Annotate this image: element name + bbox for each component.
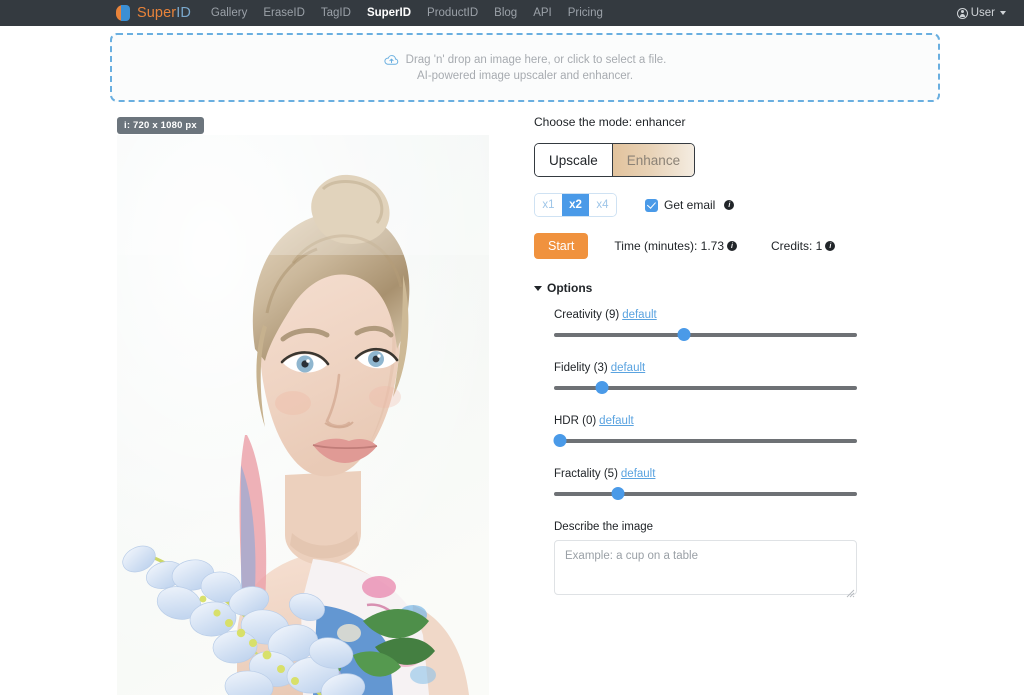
hdr-default-link[interactable]: default — [599, 415, 634, 427]
scale-row: x1 x2 x4 Get email i — [534, 193, 954, 217]
creativity-label: Creativity (9) — [554, 309, 619, 321]
nav-link-gallery[interactable]: Gallery — [211, 7, 247, 19]
start-row: Start Time (minutes): 1.73 i Credits: 1 … — [534, 233, 954, 259]
fractality-label: Fractality (5) — [554, 468, 618, 480]
scale-selector-group: x1 x2 x4 — [534, 193, 617, 217]
time-estimate-label: Time (minutes): 1.73 — [614, 239, 724, 253]
fidelity-slider[interactable] — [554, 381, 857, 395]
superid-logo-icon — [116, 5, 131, 21]
hdr-slider-track — [554, 439, 857, 443]
describe-image-label: Describe the image — [554, 521, 857, 533]
options-toggle[interactable]: Options — [534, 281, 954, 295]
dropzone-primary-text: Drag 'n' drop an image here, or click to… — [406, 54, 667, 66]
brand-text-part2: ID — [176, 5, 191, 21]
get-email-checkbox[interactable] — [645, 199, 658, 212]
nav-link-pricing[interactable]: Pricing — [568, 7, 603, 19]
credits-info-icon[interactable]: i — [825, 241, 835, 251]
fractality-slider-thumb[interactable] — [611, 487, 624, 500]
time-info-icon[interactable]: i — [727, 241, 737, 251]
creativity-slider[interactable] — [554, 328, 857, 342]
nav-link-eraseid[interactable]: EraseID — [263, 7, 305, 19]
chevron-down-icon — [1000, 11, 1006, 15]
creativity-slider-track — [554, 333, 857, 337]
hdr-slider-thumb[interactable] — [554, 434, 567, 447]
cloud-upload-icon — [384, 54, 399, 66]
hdr-slider[interactable] — [554, 434, 857, 448]
scale-x2-button[interactable]: x2 — [562, 194, 589, 216]
hdr-label: HDR (0) — [554, 415, 596, 427]
image-size-badge: i: 720 x 1080 px — [117, 117, 204, 134]
describe-image-group: Describe the image — [554, 521, 857, 600]
fractality-slider-track — [554, 492, 857, 496]
creativity-label-row: Creativity (9)default — [554, 309, 857, 321]
navbar: SuperID Gallery EraseID TagID SuperID Pr… — [0, 0, 1024, 26]
nav-link-api[interactable]: API — [533, 7, 552, 19]
brand-text: SuperID — [137, 5, 191, 21]
nav-link-blog[interactable]: Blog — [494, 7, 517, 19]
fractality-slider[interactable] — [554, 487, 857, 501]
option-hdr: HDR (0)default — [554, 415, 857, 448]
dropzone-secondary-text: AI-powered image upscaler and enhancer. — [417, 70, 633, 82]
dropzone-primary-text-row: Drag 'n' drop an image here, or click to… — [384, 54, 667, 66]
describe-image-input[interactable] — [554, 540, 857, 595]
describe-image-wrap — [554, 540, 857, 600]
option-creativity: Creativity (9)default — [554, 309, 857, 342]
triangle-down-icon — [534, 286, 542, 291]
brand-text-part1: Super — [137, 5, 176, 21]
nav-link-tagid[interactable]: TagID — [321, 7, 351, 19]
fidelity-default-link[interactable]: default — [611, 362, 646, 374]
option-fractality: Fractality (5)default — [554, 468, 857, 501]
scale-x1-button[interactable]: x1 — [535, 194, 562, 216]
hdr-label-row: HDR (0)default — [554, 415, 857, 427]
preview-photo[interactable] — [117, 135, 489, 695]
portrait-photo-illustration — [117, 135, 489, 695]
fractality-label-row: Fractality (5)default — [554, 468, 857, 480]
creativity-slider-thumb[interactable] — [678, 328, 691, 341]
start-button[interactable]: Start — [534, 233, 588, 259]
scale-x4-button[interactable]: x4 — [589, 194, 616, 216]
creativity-default-link[interactable]: default — [622, 309, 657, 321]
fidelity-label-row: Fidelity (3)default — [554, 362, 857, 374]
fidelity-label: Fidelity (3) — [554, 362, 608, 374]
nav-link-superid[interactable]: SuperID — [367, 7, 411, 19]
get-email-info-icon[interactable]: i — [724, 200, 734, 210]
mode-upscale-button[interactable]: Upscale — [535, 144, 612, 176]
get-email-row: Get email i — [645, 198, 734, 212]
option-fidelity: Fidelity (3)default — [554, 362, 857, 395]
mode-toggle-group: Upscale Enhance — [534, 143, 695, 177]
file-dropzone[interactable]: Drag 'n' drop an image here, or click to… — [110, 33, 940, 102]
user-menu-label: User — [971, 7, 995, 19]
time-estimate: Time (minutes): 1.73 i — [614, 239, 737, 253]
brand-logo[interactable]: SuperID — [116, 5, 191, 21]
controls-panel: Choose the mode: enhancer Upscale Enhanc… — [534, 115, 954, 600]
nav-links: Gallery EraseID TagID SuperID ProductID … — [211, 7, 603, 19]
credits-label: Credits: 1 — [771, 239, 822, 253]
fidelity-slider-thumb[interactable] — [596, 381, 609, 394]
mode-label: Choose the mode: enhancer — [534, 115, 954, 129]
options-title: Options — [547, 281, 592, 295]
fractality-default-link[interactable]: default — [621, 468, 656, 480]
user-circle-icon — [957, 8, 968, 19]
options-body: Creativity (9)default Fidelity (3)defaul… — [554, 309, 857, 600]
mode-enhance-button[interactable]: Enhance — [612, 144, 694, 176]
get-email-label: Get email — [664, 198, 715, 212]
user-menu[interactable]: User — [957, 7, 1006, 19]
credits-info: Credits: 1 i — [771, 239, 835, 253]
nav-link-productid[interactable]: ProductID — [427, 7, 478, 19]
